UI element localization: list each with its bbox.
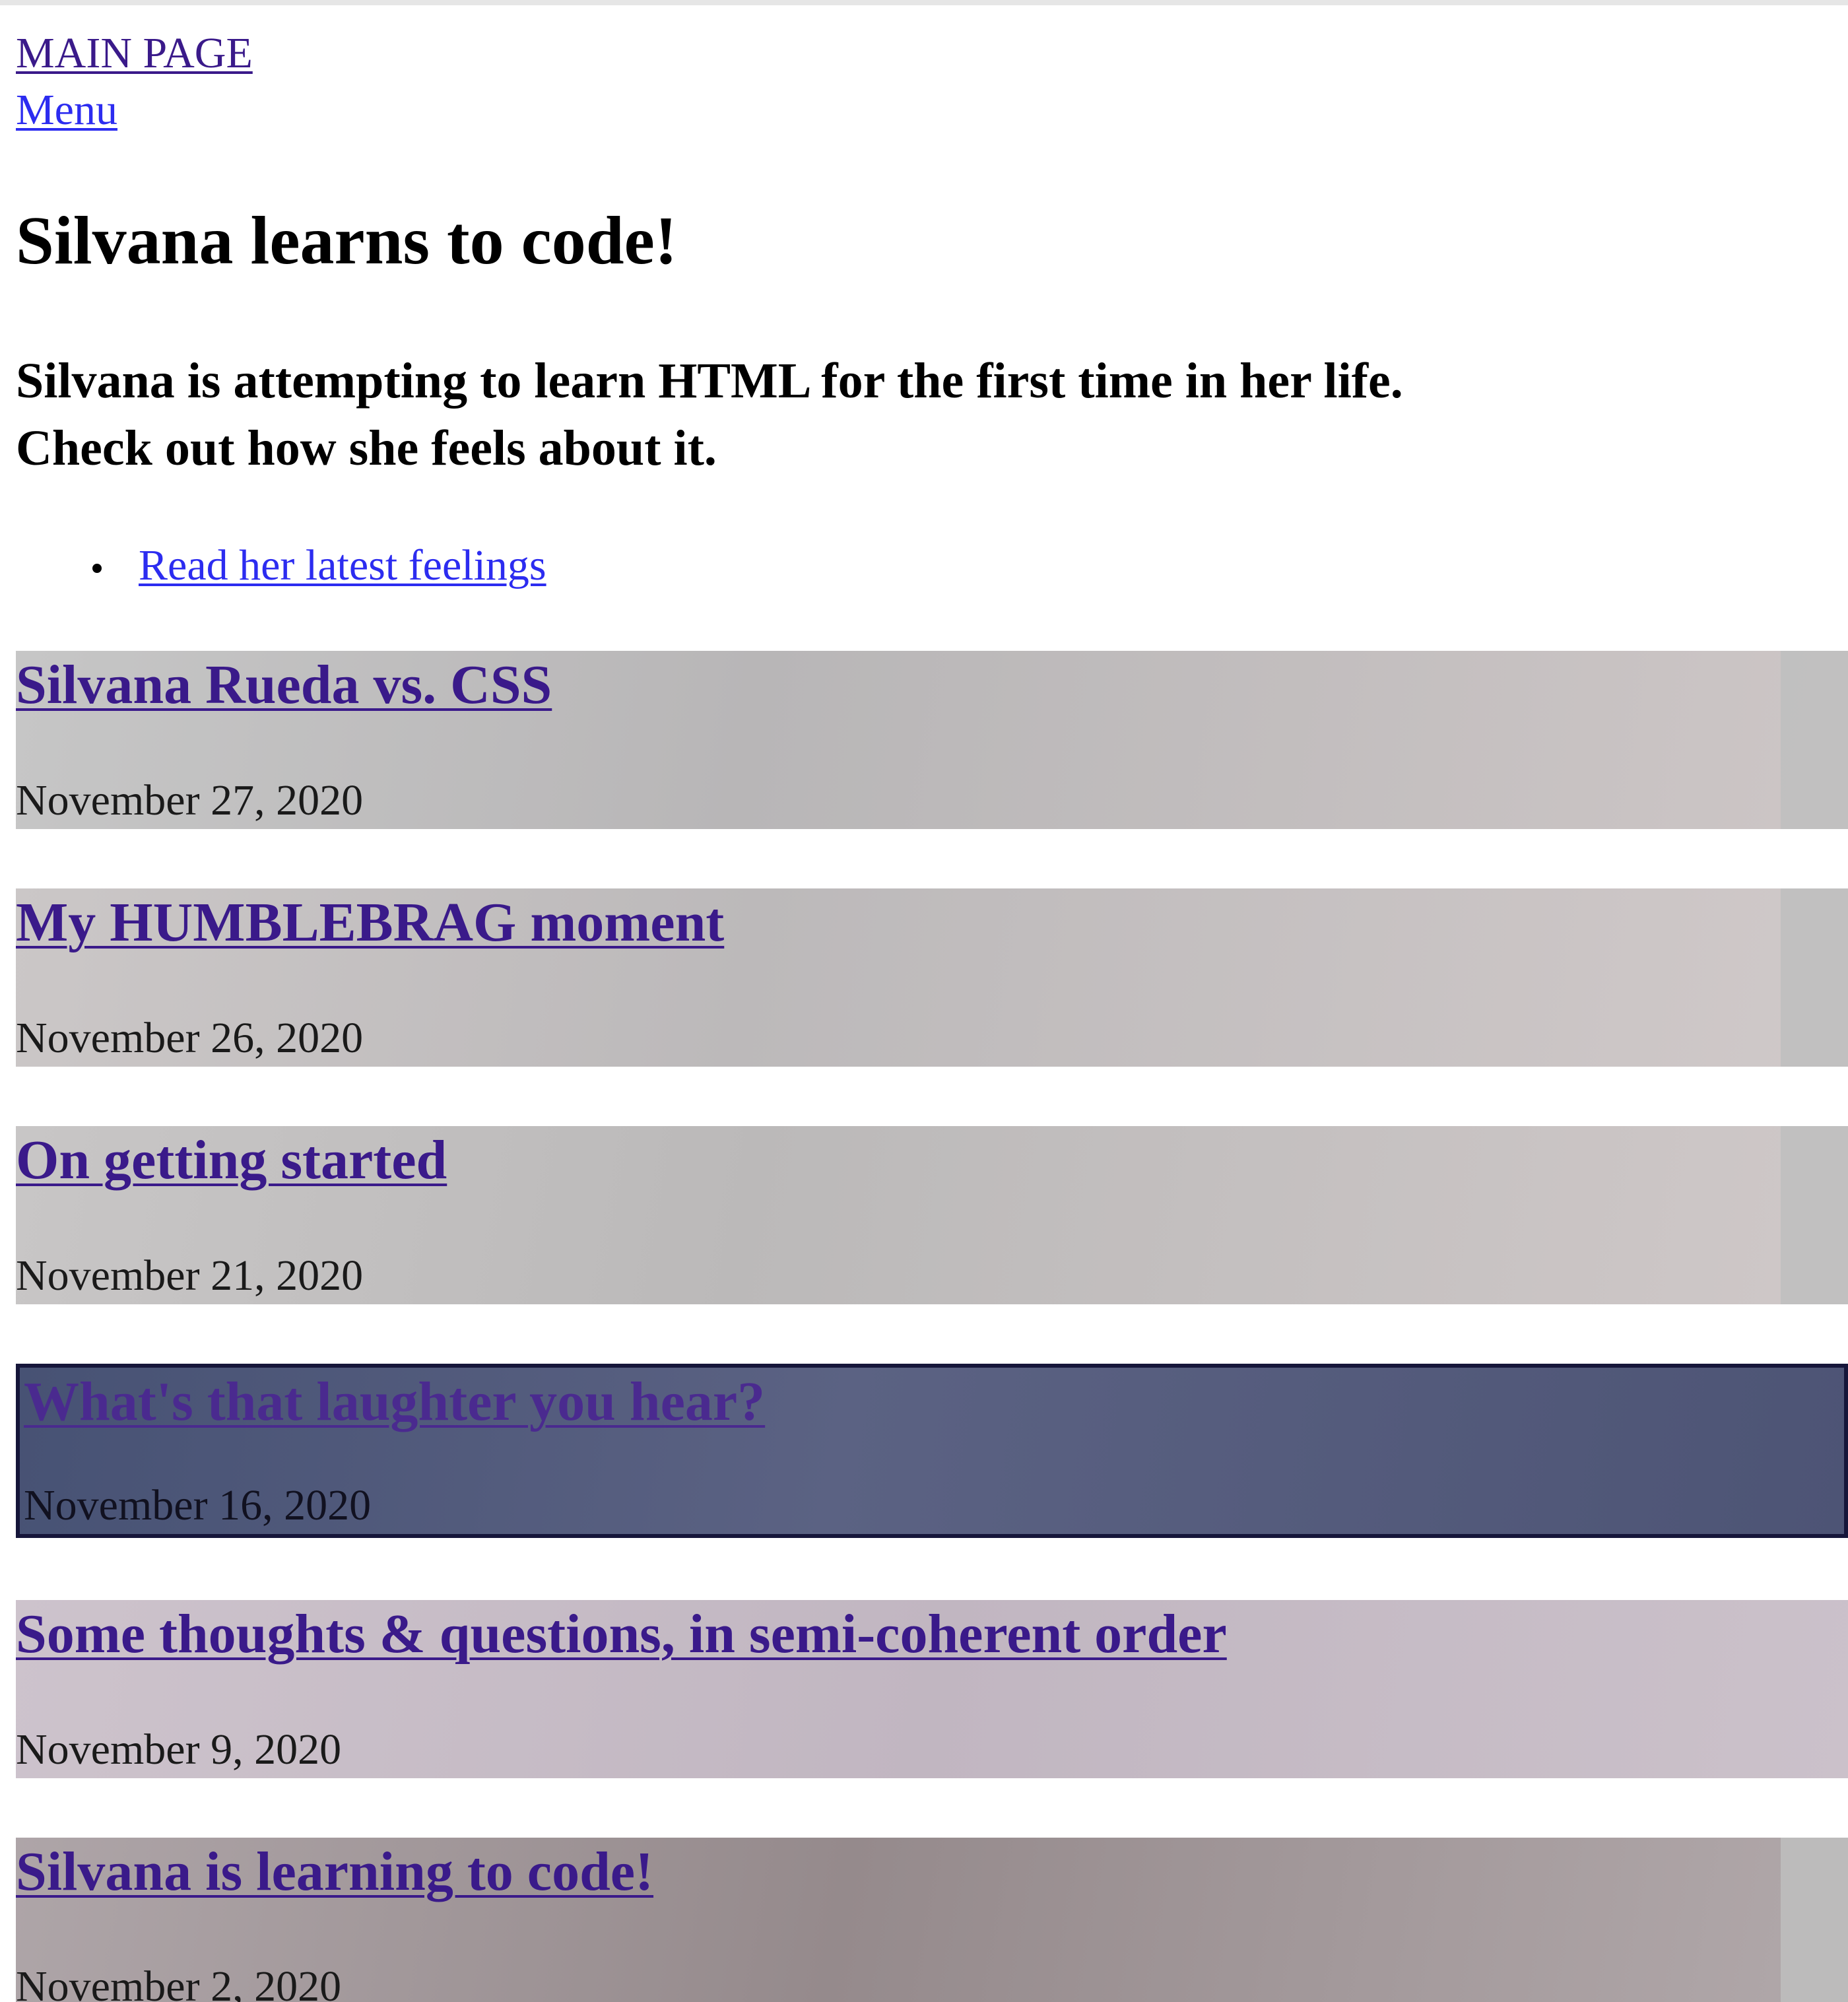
- page-title: Silvana learns to code!: [16, 203, 678, 279]
- post-date: November 9, 2020: [16, 1725, 342, 1774]
- top-border: [0, 0, 1848, 5]
- intro-line-2: Check out how she feels about it.: [16, 420, 717, 476]
- post-card-edge: [1781, 1838, 1848, 2002]
- post-date: November 21, 2020: [16, 1251, 364, 1300]
- post-title-link[interactable]: Silvana is learning to code!: [16, 1838, 653, 1906]
- post-card-edge: [1781, 651, 1848, 829]
- post-title-link[interactable]: Silvana Rueda vs. CSS: [16, 651, 552, 719]
- post-title-link[interactable]: Some thoughts & questions, in semi-coher…: [16, 1600, 1227, 1669]
- post-card-hovered[interactable]: What's that laughter you hear? November …: [16, 1364, 1848, 1538]
- bullet-icon: [92, 564, 102, 573]
- post-title-link[interactable]: What's that laughter you hear?: [24, 1368, 765, 1436]
- post-card-edge: [1781, 888, 1848, 1067]
- main-page-link[interactable]: MAIN PAGE: [16, 25, 253, 82]
- top-nav: MAIN PAGE Menu: [16, 25, 253, 139]
- post-date: November 2, 2020: [16, 1962, 342, 2002]
- post-card[interactable]: Silvana Rueda vs. CSS November 27, 2020: [16, 651, 1848, 829]
- post-card[interactable]: Silvana is learning to code! November 2,…: [16, 1838, 1848, 2002]
- post-title-link[interactable]: On getting started: [16, 1126, 447, 1195]
- post-date: November 27, 2020: [16, 776, 364, 824]
- latest-feelings-link[interactable]: Read her latest feelings: [139, 541, 546, 589]
- feelings-list: Read her latest feelings: [0, 536, 546, 595]
- intro-text: Silvana is attempting to learn HTML for …: [16, 347, 1798, 482]
- post-card-edge: [1781, 1126, 1848, 1304]
- post-title-link[interactable]: My HUMBLEBRAG moment: [16, 888, 724, 957]
- intro-line-1: Silvana is attempting to learn HTML for …: [16, 353, 1403, 409]
- post-card[interactable]: Some thoughts & questions, in semi-coher…: [16, 1600, 1848, 1778]
- menu-link[interactable]: Menu: [16, 82, 253, 139]
- post-date: November 26, 2020: [16, 1014, 364, 1062]
- post-card[interactable]: On getting started November 21, 2020: [16, 1126, 1848, 1304]
- post-date: November 16, 2020: [24, 1481, 372, 1529]
- list-item: Read her latest feelings: [0, 536, 546, 595]
- post-card[interactable]: My HUMBLEBRAG moment November 26, 2020: [16, 888, 1848, 1067]
